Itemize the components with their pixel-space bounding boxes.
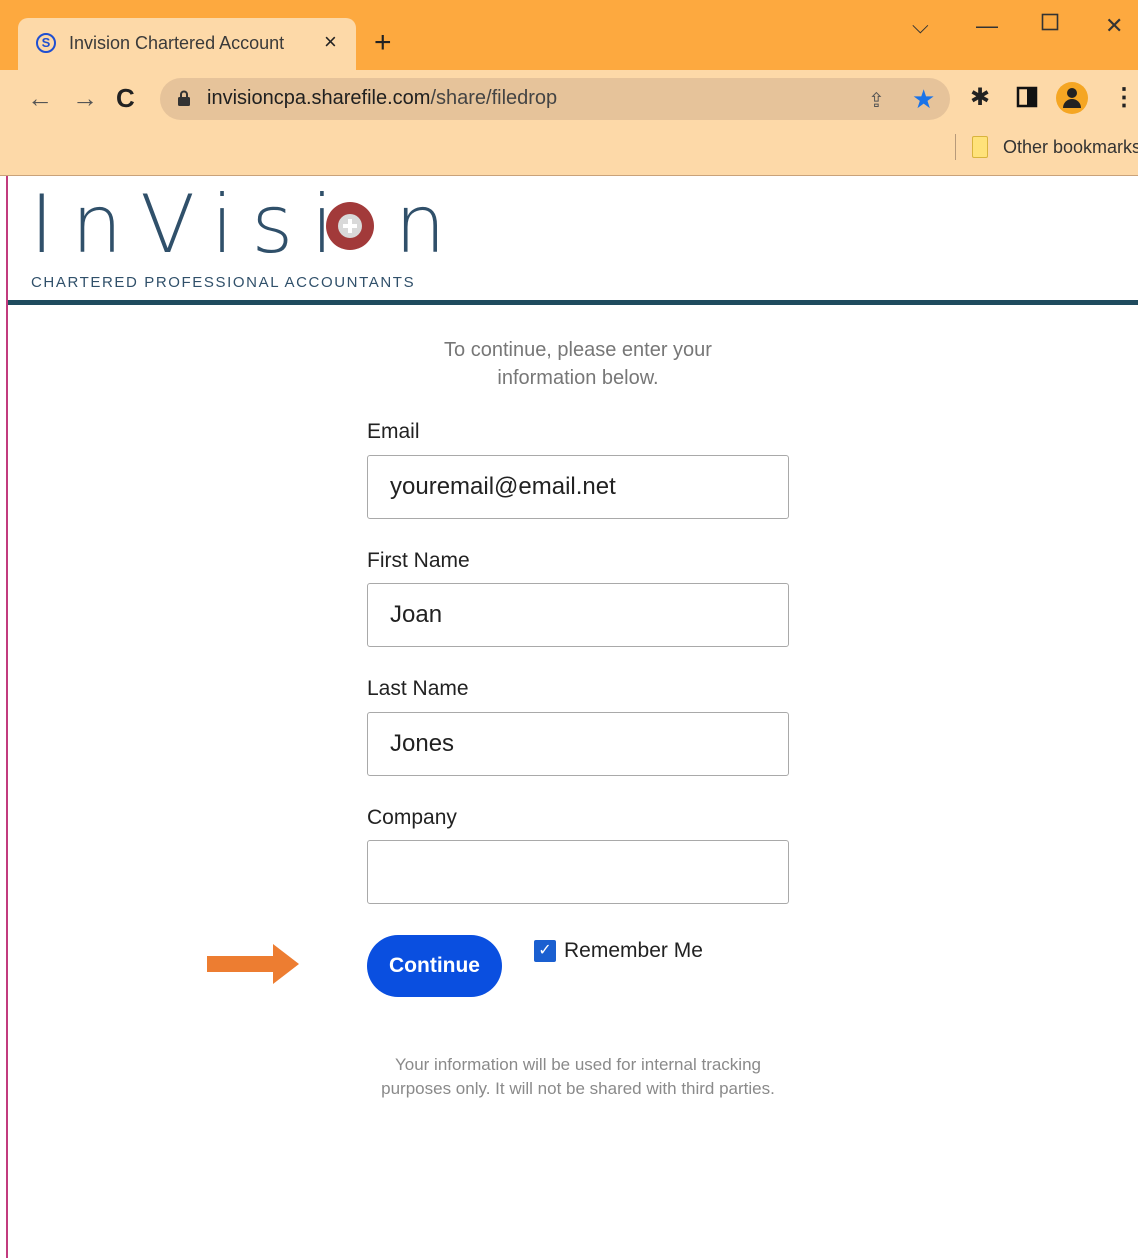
chevron-down-icon[interactable]: ⌵ <box>912 14 929 38</box>
logo-subtitle: CHARTERED PROFESSIONAL ACCOUNTANTS <box>31 274 416 291</box>
url-text[interactable]: invisioncpa.sharefile.com/share/filedrop <box>207 87 557 110</box>
email-label: Email <box>367 420 420 443</box>
chrome-divider <box>0 175 1138 176</box>
folder-icon <box>972 136 988 158</box>
maximize-icon[interactable] <box>1041 12 1059 36</box>
new-tab-button[interactable]: + <box>374 28 392 58</box>
bookmark-separator <box>955 134 956 160</box>
star-icon[interactable]: ★ <box>912 84 935 115</box>
other-bookmarks-button[interactable]: Other bookmarks <box>1003 137 1138 158</box>
privacy-disclaimer: Your information will be used for intern… <box>381 1055 775 1098</box>
email-field[interactable] <box>367 455 789 519</box>
page-left-border <box>6 176 8 1258</box>
share-icon[interactable]: ⇪ <box>868 88 885 113</box>
logo-wordmark: InVisi n <box>30 178 464 271</box>
invision-logo: InVisi n CHARTERED PROFESSIONAL ACCOUNTA… <box>30 180 446 300</box>
back-icon[interactable]: ← <box>27 84 53 112</box>
profile-icon[interactable] <box>1056 82 1088 114</box>
company-field[interactable] <box>367 840 789 904</box>
forward-icon[interactable]: → <box>72 84 98 112</box>
tab-strip: S Invision Chartered Account × + ⌵ — ✕ <box>0 0 1138 70</box>
remember-me-checkbox[interactable]: ✓ <box>534 940 556 962</box>
first-name-label: First Name <box>367 549 470 572</box>
browser-chrome: S Invision Chartered Account × + ⌵ — ✕ ←… <box>0 0 1138 176</box>
sharefile-favicon-icon: S <box>36 33 56 53</box>
url-host: invisioncpa.sharefile.com <box>207 87 431 109</box>
last-name-field[interactable] <box>367 712 789 776</box>
active-tab[interactable]: S Invision Chartered Account × <box>18 18 356 70</box>
form-intro-text: To continue, please enter your informati… <box>444 339 712 389</box>
header-divider <box>8 300 1138 305</box>
close-icon[interactable]: × <box>324 31 337 53</box>
first-name-field[interactable] <box>367 583 789 647</box>
menu-icon[interactable]: ⋮ <box>1112 84 1136 112</box>
remember-me-label[interactable]: Remember Me <box>564 939 703 963</box>
close-window-icon[interactable]: ✕ <box>1105 14 1123 38</box>
url-path: /share/filedrop <box>430 87 558 109</box>
lock-icon[interactable] <box>178 90 190 106</box>
logo-o-mark-icon <box>326 202 374 250</box>
minimize-icon[interactable]: — <box>976 14 998 38</box>
annotation-arrow-icon <box>207 944 299 984</box>
address-bar[interactable]: invisioncpa.sharefile.com/share/filedrop… <box>160 78 950 120</box>
tab-title: Invision Chartered Account <box>69 33 285 53</box>
reload-icon[interactable]: C <box>116 84 135 112</box>
last-name-label: Last Name <box>367 677 469 700</box>
extensions-icon[interactable]: ✱ <box>970 84 990 112</box>
continue-button[interactable]: Continue <box>367 935 502 997</box>
company-label: Company <box>367 806 457 829</box>
side-panel-icon[interactable] <box>1016 86 1038 115</box>
